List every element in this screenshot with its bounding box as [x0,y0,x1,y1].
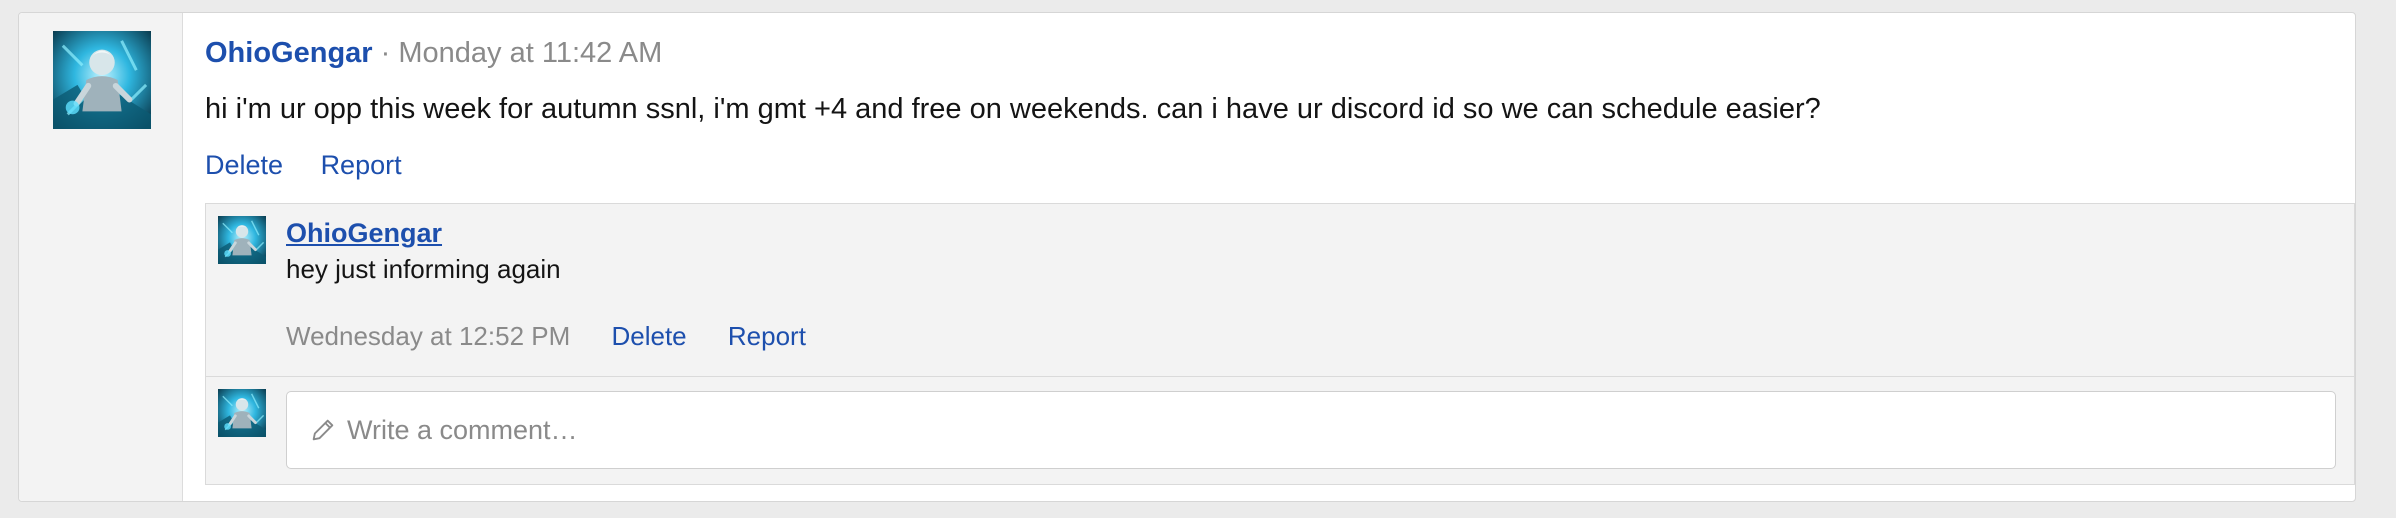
post-message: hi i'm ur opp this week for autumn ssnl,… [205,93,1821,125]
comment-text: hey just informing again [286,254,561,284]
comment-actions: Wednesday at 12:52 PM Delete Report [286,318,840,354]
post-author-link[interactable]: OhioGengar [205,37,373,69]
post-content: OhioGengar · Monday at 11:42 AM hi i'm u… [205,13,2355,501]
avatar-image [53,31,151,129]
post-actions: Delete Report [205,145,432,185]
pencil-icon [312,419,334,441]
comment-input-placeholder: Write a comment… [347,415,578,445]
post-author-avatar[interactable] [53,31,151,129]
post-timestamp[interactable]: Monday at 11:42 AM [398,37,662,69]
current-user-avatar [218,389,266,437]
comments-panel: OhioGengar hey just informing again Wedn… [205,203,2355,485]
avatar-image [218,389,266,437]
reply-row: Write a comment… [206,377,2354,484]
comment-author-avatar[interactable] [218,216,266,264]
comment-delete-button[interactable]: Delete [611,321,686,351]
post-delete-button[interactable]: Delete [205,150,283,180]
header-separator: · [380,37,391,69]
comment-timestamp[interactable]: Wednesday at 12:52 PM [286,321,570,351]
comment-item: OhioGengar hey just informing again Wedn… [206,204,2354,377]
comment-input[interactable]: Write a comment… [286,391,2336,469]
avatar-column [19,13,183,501]
post-header: OhioGengar · Monday at 11:42 AM [205,33,662,73]
avatar-image [218,216,266,264]
profile-post-card: OhioGengar · Monday at 11:42 AM hi i'm u… [18,12,2356,502]
comment-report-button[interactable]: Report [728,321,806,351]
post-report-button[interactable]: Report [321,150,402,180]
comment-author-link[interactable]: OhioGengar [286,216,442,250]
